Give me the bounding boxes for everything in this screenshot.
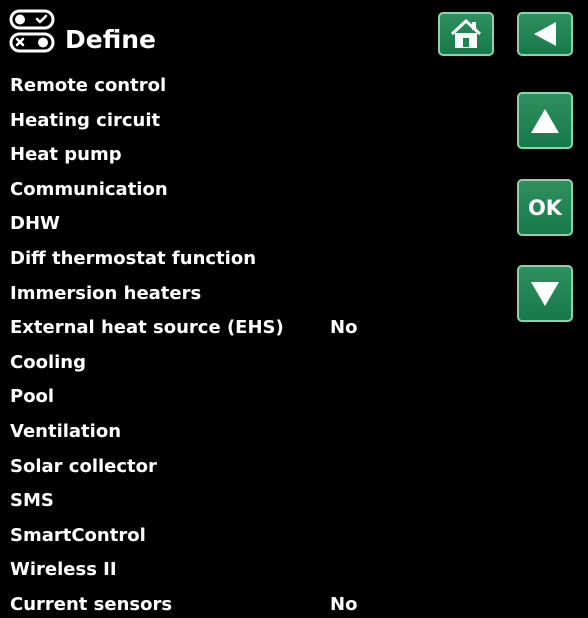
menu-item-solar-collector[interactable]: Solar collector bbox=[10, 450, 510, 485]
menu-item-wireless-ii[interactable]: Wireless II bbox=[10, 553, 510, 588]
menu-item-label: Solar collector bbox=[10, 455, 157, 477]
menu-item-smartcontrol[interactable]: SmartControl bbox=[10, 519, 510, 554]
menu-item-remote-control[interactable]: Remote control bbox=[10, 69, 510, 104]
menu-item-label: Immersion heaters bbox=[10, 282, 202, 304]
define-menu-list: Remote control Heating circuit Heat pump… bbox=[10, 69, 510, 618]
menu-item-dhw[interactable]: DHW bbox=[10, 207, 510, 242]
menu-item-label: DHW bbox=[10, 213, 60, 235]
define-screen: Define OK Remote control Heating circuit bbox=[0, 0, 588, 618]
down-arrow-icon bbox=[531, 281, 559, 306]
menu-item-label: SMS bbox=[10, 490, 54, 512]
menu-item-sms[interactable]: SMS bbox=[10, 484, 510, 519]
menu-item-label: Current sensors bbox=[10, 593, 173, 615]
menu-item-value: No bbox=[330, 317, 358, 339]
menu-item-label: SmartControl bbox=[10, 524, 146, 546]
menu-item-label: Remote control bbox=[10, 75, 167, 96]
menu-item-label: External heat source (EHS) bbox=[10, 317, 284, 339]
menu-item-ventilation[interactable]: Ventilation bbox=[10, 415, 510, 450]
menu-item-label: Pool bbox=[10, 386, 55, 408]
toggle-switches-icon bbox=[9, 9, 55, 53]
menu-item-immersion-heaters[interactable]: Immersion heaters bbox=[10, 277, 510, 312]
menu-item-label: Diff thermostat function bbox=[10, 247, 257, 269]
menu-item-value: No bbox=[330, 593, 358, 615]
menu-item-current-sensors[interactable]: Current sensors No bbox=[10, 588, 510, 618]
menu-item-pool[interactable]: Pool bbox=[10, 380, 510, 415]
menu-item-diff-thermostat[interactable]: Diff thermostat function bbox=[10, 242, 510, 277]
menu-item-label: Ventilation bbox=[10, 420, 122, 442]
menu-item-label: Heat pump bbox=[10, 144, 122, 166]
menu-item-communication[interactable]: Communication bbox=[10, 173, 510, 208]
up-button[interactable] bbox=[517, 92, 573, 149]
menu-item-label: Heating circuit bbox=[10, 109, 161, 131]
ok-label: OK bbox=[527, 195, 563, 220]
back-arrow-icon bbox=[534, 22, 556, 46]
back-button[interactable] bbox=[517, 12, 573, 56]
home-icon bbox=[450, 19, 482, 48]
menu-item-label: Cooling bbox=[10, 351, 86, 373]
page-title: Define bbox=[65, 25, 156, 54]
ok-button[interactable]: OK bbox=[517, 179, 573, 236]
menu-item-label: Communication bbox=[10, 178, 168, 200]
home-button[interactable] bbox=[438, 12, 494, 56]
menu-item-label: Wireless II bbox=[10, 559, 117, 581]
menu-item-external-heat-source[interactable]: External heat source (EHS) No bbox=[10, 311, 510, 346]
down-button[interactable] bbox=[517, 265, 573, 322]
menu-item-heating-circuit[interactable]: Heating circuit bbox=[10, 104, 510, 139]
up-arrow-icon bbox=[531, 108, 559, 133]
menu-item-cooling[interactable]: Cooling bbox=[10, 346, 510, 381]
menu-item-heat-pump[interactable]: Heat pump bbox=[10, 138, 510, 173]
